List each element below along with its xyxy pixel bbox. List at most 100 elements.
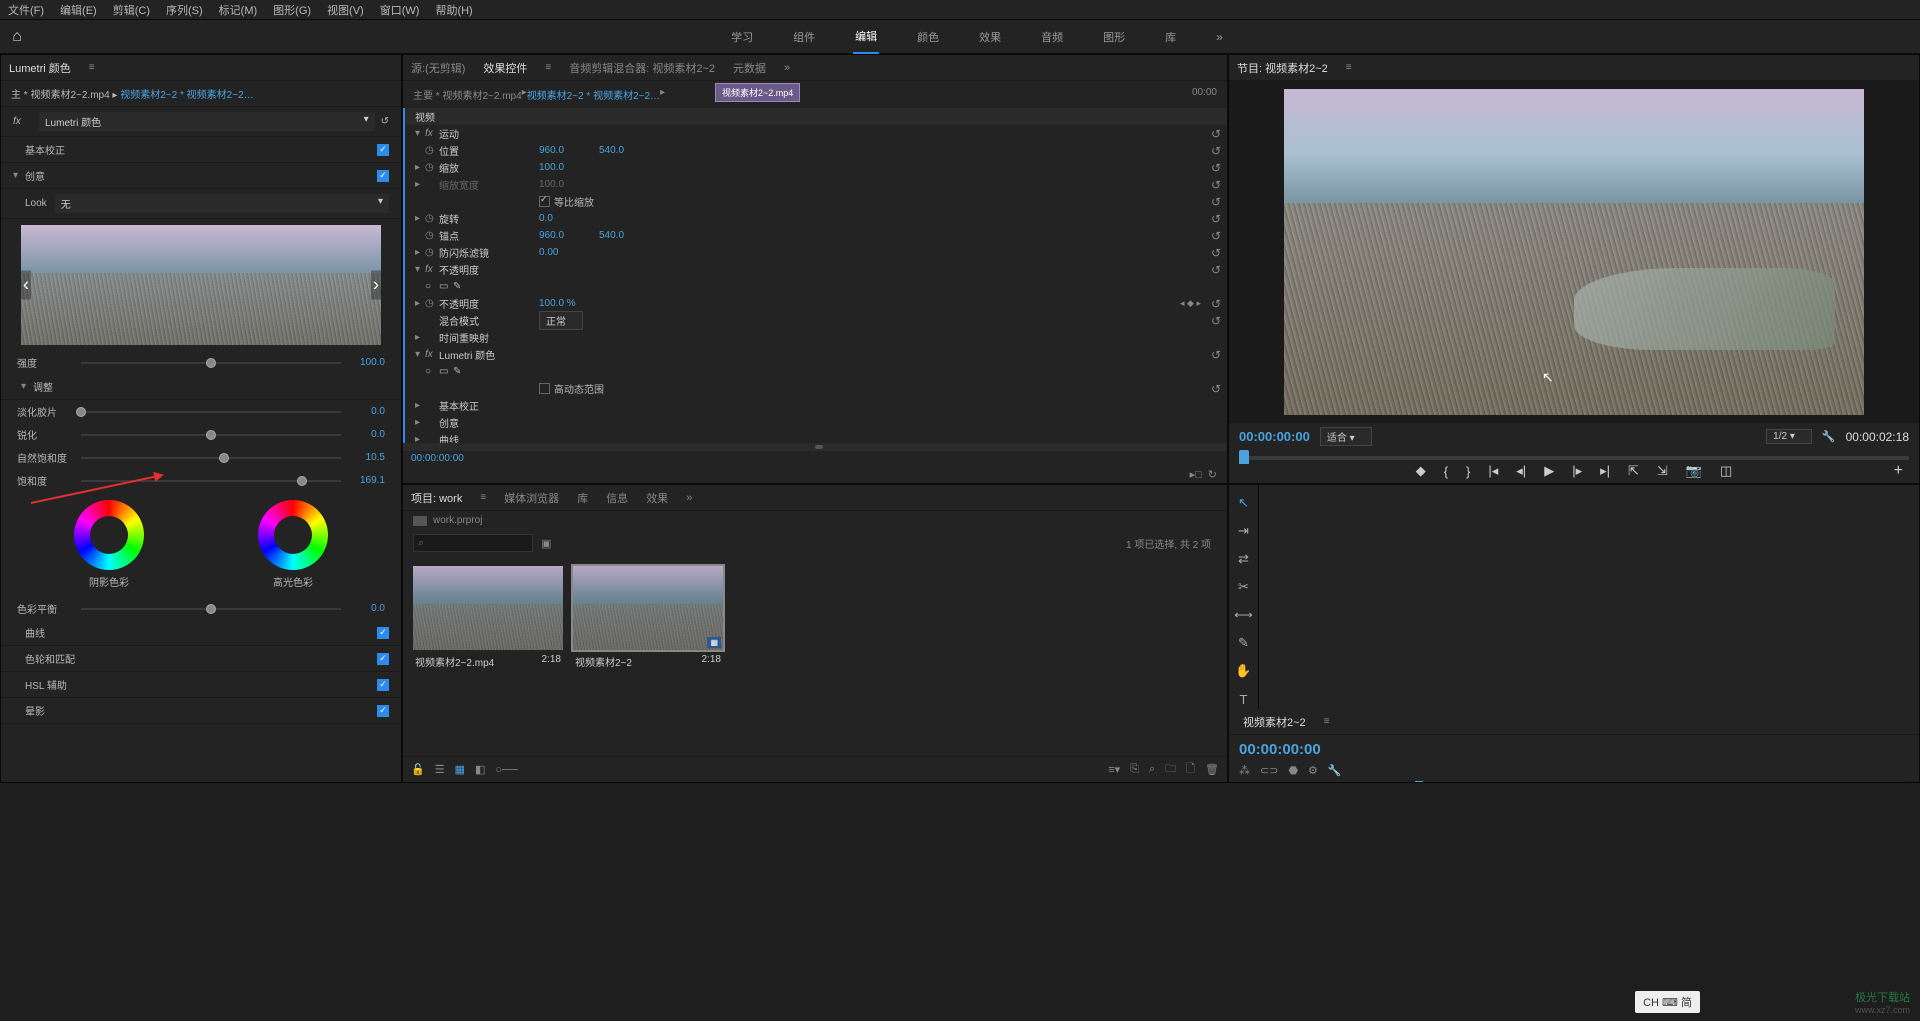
marker-icon[interactable]: ⬣ xyxy=(1288,764,1298,777)
zoom-dropdown[interactable]: 适合 ▾ xyxy=(1320,427,1372,446)
workspace-overflow-icon[interactable]: » xyxy=(1214,22,1225,52)
step-back-icon[interactable]: ◂| xyxy=(1516,463,1526,479)
reset-icon[interactable]: ↺ xyxy=(1211,263,1221,277)
play-icon[interactable]: ▶ xyxy=(1544,463,1554,479)
go-to-out-icon[interactable]: ▸| xyxy=(1600,463,1610,479)
search-input[interactable]: ⌕ xyxy=(413,534,533,552)
program-scrubber[interactable] xyxy=(1239,450,1909,459)
new-bin-icon[interactable]: 🗀 xyxy=(1165,760,1176,779)
menu-help[interactable]: 帮助(H) xyxy=(435,2,472,18)
lum-wheels-label[interactable]: 色轮和匹配 xyxy=(25,651,377,666)
fx-badge-icon[interactable]: fx xyxy=(425,128,439,139)
lum-seq-link[interactable]: 视频素材2~2 * 视频素材2~2… xyxy=(120,90,253,101)
reset-icon[interactable]: ↺ xyxy=(1211,212,1221,226)
keyframe-nav-icon[interactable]: ◂ ◆ ▸ xyxy=(1180,298,1201,309)
razor-tool-icon[interactable]: ✂ xyxy=(1234,577,1254,597)
fx-scale-value[interactable]: 100.0 xyxy=(539,162,599,173)
reset-icon[interactable]: ↺ xyxy=(1211,297,1221,311)
settings-icon[interactable]: ⚙ xyxy=(1308,764,1318,777)
twisty-icon[interactable]: ▾ xyxy=(415,349,425,360)
lum-curves-label[interactable]: 曲线 xyxy=(25,625,377,640)
workspace-assembly[interactable]: 组件 xyxy=(791,21,817,53)
fx-position-x[interactable]: 960.0 xyxy=(539,145,599,156)
fx-antiflicker-value[interactable]: 0.00 xyxy=(539,247,599,258)
hdr-checkbox[interactable] xyxy=(539,383,550,394)
new-item-icon[interactable]: 🗋 xyxy=(1186,760,1195,779)
fx-sequence-link[interactable]: 视频素材2~2 * 视频素材2~2… xyxy=(527,87,660,102)
twisty-icon[interactable]: ▸ xyxy=(415,213,425,224)
twisty-icon[interactable]: ▸ xyxy=(415,298,425,309)
next-look-icon[interactable]: › xyxy=(371,271,381,300)
section-toggle-checkbox[interactable]: ✓ xyxy=(377,653,389,665)
shadow-tint-wheel[interactable] xyxy=(74,500,144,570)
twisty-icon[interactable]: ▸ xyxy=(415,434,425,443)
menu-view[interactable]: 视图(V) xyxy=(327,2,364,18)
menu-window[interactable]: 窗口(W) xyxy=(380,2,420,18)
tab-overflow[interactable]: » xyxy=(784,62,790,74)
panel-menu-icon[interactable]: ≡ xyxy=(89,62,95,73)
twisty-icon[interactable]: ▸ xyxy=(415,162,425,173)
panel-menu-icon[interactable]: ≡ xyxy=(480,492,486,503)
reset-icon[interactable]: ↺ xyxy=(1211,178,1221,192)
balance-value[interactable]: 0.0 xyxy=(349,603,385,614)
ripple-tool-icon[interactable]: ⇄ xyxy=(1234,549,1254,569)
stopwatch-icon[interactable]: ◷ xyxy=(425,298,439,309)
rect-mask-icon[interactable]: ▭ xyxy=(439,366,453,377)
lum-hsl-label[interactable]: HSL 辅助 xyxy=(25,677,377,692)
lock-icon[interactable]: 🔓 xyxy=(411,763,425,776)
stopwatch-icon[interactable]: ◷ xyxy=(425,162,439,173)
tab-info[interactable]: 信息 xyxy=(606,490,628,506)
program-title[interactable]: 节目: 视频素材2~2 xyxy=(1237,60,1328,76)
panel-menu-icon[interactable]: ≡ xyxy=(1324,716,1330,727)
scroll-thumb[interactable] xyxy=(815,445,823,449)
tab-source[interactable]: 源:(无剪辑) xyxy=(411,60,465,76)
mark-in-icon[interactable]: ◆ xyxy=(1416,463,1426,479)
prev-look-icon[interactable]: ‹ xyxy=(21,271,31,300)
compare-icon[interactable]: ◫ xyxy=(1720,463,1732,479)
filter-icon[interactable]: ▣ xyxy=(541,537,551,550)
menu-sequence[interactable]: 序列(S) xyxy=(166,2,203,18)
go-to-in-icon[interactable]: |◂ xyxy=(1488,463,1498,479)
highlight-tint-wheel[interactable] xyxy=(258,500,328,570)
tab-metadata[interactable]: 元数据 xyxy=(733,60,766,76)
saturation-slider[interactable] xyxy=(81,480,341,482)
project-item[interactable]: 视频素材2~2.mp42:18 xyxy=(413,566,563,746)
tab-overflow[interactable]: » xyxy=(686,492,692,504)
play-only-icon[interactable]: ▸□ xyxy=(1190,468,1202,481)
stopwatch-icon[interactable]: ◷ xyxy=(425,145,439,156)
v-scrollbar[interactable] xyxy=(1905,781,1919,783)
reset-icon[interactable]: ↺ xyxy=(1211,246,1221,260)
menu-clip[interactable]: 剪辑(C) xyxy=(113,2,150,18)
reset-icon[interactable]: ↺ xyxy=(1211,195,1221,209)
intensity-value[interactable]: 100.0 xyxy=(349,357,385,368)
lum-basic-label[interactable]: 基本校正 xyxy=(25,142,377,157)
loop-icon[interactable]: ↻ xyxy=(1208,468,1217,481)
slip-tool-icon[interactable]: ⟷ xyxy=(1234,605,1254,625)
stopwatch-icon[interactable]: ◷ xyxy=(425,230,439,241)
twisty-icon[interactable]: ▸ xyxy=(415,400,425,411)
panel-menu-icon[interactable]: ≡ xyxy=(1346,62,1352,73)
fx-anchor-x[interactable]: 960.0 xyxy=(539,230,599,241)
stopwatch-icon[interactable]: ◷ xyxy=(425,213,439,224)
twisty-icon[interactable]: ▾ xyxy=(415,128,425,139)
tab-audio-mixer[interactable]: 音频剪辑混合器: 视频素材2~2 xyxy=(569,60,715,76)
track-select-tool-icon[interactable]: ⇥ xyxy=(1234,521,1254,541)
zoom-slider[interactable]: ○── xyxy=(495,764,517,776)
program-timecode-left[interactable]: 00:00:00:00 xyxy=(1239,429,1310,444)
program-timecode-right[interactable]: 00:00:02:18 xyxy=(1846,430,1909,444)
project-item[interactable]: ▦ 视频素材2~22:18 xyxy=(573,566,723,746)
button-editor-icon[interactable]: + xyxy=(1894,462,1903,480)
fx-anchor-y[interactable]: 540.0 xyxy=(599,230,659,241)
sharpen-value[interactable]: 0.0 xyxy=(349,429,385,440)
vibrance-value[interactable]: 10.5 xyxy=(349,452,385,463)
reset-icon[interactable]: ↺ xyxy=(1211,348,1221,362)
look-dropdown[interactable]: 无▾ xyxy=(55,194,389,213)
step-forward-icon[interactable]: |▸ xyxy=(1572,463,1582,479)
hand-tool-icon[interactable]: ✋ xyxy=(1234,661,1254,681)
ellipse-mask-icon[interactable]: ○ xyxy=(425,366,439,377)
tab-project[interactable]: 项目: work xyxy=(411,490,462,506)
lum-creative-label[interactable]: 创意 xyxy=(25,168,377,183)
intensity-slider[interactable] xyxy=(81,362,341,364)
twisty-icon[interactable]: ▾ xyxy=(21,381,33,392)
lum-vignette-label[interactable]: 晕影 xyxy=(25,703,377,718)
